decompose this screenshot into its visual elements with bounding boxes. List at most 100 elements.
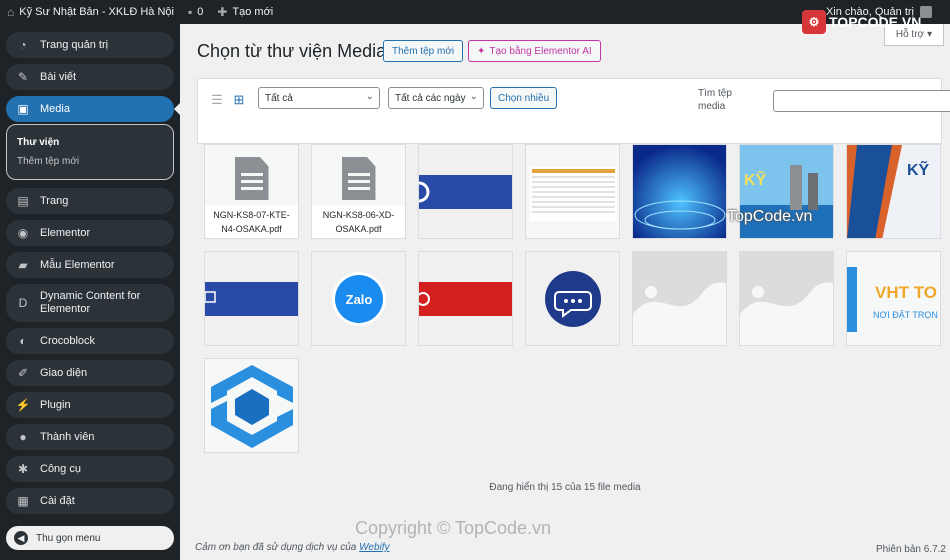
sidebar-item-appearance[interactable]: ✐ Giao diện: [6, 360, 174, 386]
thumbnail-vht-logo: VHT TO NƠI ĐẶT TRỌN: [847, 252, 940, 345]
sidebar-item-settings[interactable]: ▦ Cài đặt: [6, 488, 174, 514]
search-input[interactable]: [773, 90, 950, 112]
elementor-ai-button[interactable]: ✦ Tạo bằng Elementor AI: [468, 40, 601, 62]
sidebar-item-media[interactable]: ▣ Media: [6, 96, 180, 122]
media-item-image[interactable]: Zalo: [311, 251, 406, 346]
footer-version: Phiên bản 6.7.2: [875, 544, 946, 555]
media-item-image[interactable]: [632, 251, 727, 346]
submenu-add-new[interactable]: Thêm tệp mới: [17, 152, 163, 171]
sidebar-item-posts[interactable]: ✎ Bài viết: [6, 64, 174, 90]
home-icon: ⌂: [7, 5, 15, 19]
thumbnail-tech-globe: [633, 145, 726, 238]
sidebar-item-label: Plugin: [40, 399, 71, 411]
sidebar-item-dashboard[interactable]: ◔ Trang quản trị: [6, 32, 174, 58]
footer-thanks-text: Cảm ơn bạn đã sử dụng dịch vụ của: [195, 542, 357, 553]
user-icon: ●: [19, 430, 27, 444]
media-item-image[interactable]: [739, 251, 834, 346]
media-count: Đang hiển thị 15 của 15 file media: [489, 482, 641, 493]
media-item-image[interactable]: [525, 251, 620, 346]
add-new-media-button[interactable]: Thêm tệp mới: [383, 40, 464, 62]
new-content-link[interactable]: ✚ Tạo mới: [210, 0, 280, 24]
sidebar-item-elementor[interactable]: ◉ Elementor: [6, 220, 174, 246]
media-item-image[interactable]: [204, 358, 299, 453]
date-filter[interactable]: Tất cả các ngày ⌄: [388, 87, 484, 109]
page-icon: ▤: [17, 194, 29, 208]
submenu-library[interactable]: Thư viện: [17, 133, 163, 152]
sidebar-item-label: Thành viên: [40, 431, 95, 443]
cube-logo-icon: [205, 359, 298, 452]
media-item-image[interactable]: VHT TO NƠI ĐẶT TRỌN: [846, 251, 941, 346]
chevron-down-icon: ▾: [927, 29, 933, 40]
dashboard-icon: ◔: [19, 38, 27, 52]
comments-link[interactable]: ▪ 0: [181, 0, 210, 24]
svg-text:VHT TO: VHT TO: [875, 283, 937, 302]
image-placeholder-icon: [740, 252, 833, 345]
sidebar-item-users[interactable]: ● Thành viên: [6, 424, 174, 450]
thumbnail-calendar-banner: [205, 252, 298, 345]
topcode-logo-text: TOPCODE.VN: [829, 14, 922, 30]
chevron-down-icon: ⌄: [365, 91, 374, 102]
topcode-badge-icon: ⚙: [802, 10, 826, 34]
site-name: Kỹ Sư Nhật Bản - XKLĐ Hà Nội: [19, 6, 174, 18]
sidebar-item-elementor-templates[interactable]: ▰ Mẫu Elementor: [6, 252, 174, 278]
copyright-watermark: Copyright © TopCode.vn: [355, 518, 552, 538]
collapse-arrow-icon: ◀: [14, 531, 28, 545]
thumbnail-table-document: [526, 145, 619, 238]
media-item-pdf[interactable]: NGN-KS8-07-KTE-N4-OSAKA.pdf: [204, 144, 299, 239]
webify-link[interactable]: Webify: [359, 542, 389, 553]
media-type-value: Tất cả: [265, 92, 293, 104]
media-item-image[interactable]: [632, 144, 727, 239]
sidebar-item-label: Crocoblock: [40, 335, 96, 347]
topcode-logo: ⚙ TOPCODE.VN: [802, 10, 921, 34]
list-view-icon[interactable]: ☰: [210, 93, 224, 107]
collapse-menu-button[interactable]: ◀ Thu gọn menu: [6, 526, 174, 550]
site-name-link[interactable]: ⌂ Kỹ Sư Nhật Bản - XKLĐ Hà Nội: [0, 0, 181, 24]
comment-icon: ▪: [187, 5, 193, 19]
thumbnail-blue-banner: [419, 145, 512, 238]
footer-thanks: Cảm ơn bạn đã sử dụng dịch vụ của Webify: [195, 542, 390, 553]
comments-count: 0: [197, 6, 204, 18]
document-icon: [234, 157, 269, 200]
date-filter-value: Tất cả các ngày: [395, 92, 466, 104]
chat-icon: [526, 252, 619, 345]
pin-icon: ✎: [17, 70, 29, 84]
sidebar-item-plugins[interactable]: ⚡ Plugin: [6, 392, 174, 418]
thumbnail-recruitment-poster: KỸ: [847, 145, 940, 238]
main-content: Hỗ trợ ▾ Chọn từ thư viện Media Thêm tệp…: [180, 24, 950, 560]
avatar: [920, 6, 932, 18]
settings-icon: ▦: [17, 494, 29, 508]
elementor-icon: ◉: [17, 226, 29, 240]
sidebar-item-dynamic-content[interactable]: D Dynamic Content for Elementor: [6, 284, 174, 322]
media-type-filter[interactable]: Tất cả ⌄: [258, 87, 380, 109]
thumbnail-red-banner: [419, 252, 512, 345]
svg-text:KỸ: KỸ: [907, 159, 930, 179]
file-name: NGN-KS8-07-KTE-N4-OSAKA.pdf: [205, 206, 298, 238]
media-item-image[interactable]: [418, 251, 513, 346]
plugin-icon: ⚡: [15, 398, 31, 412]
media-item-image[interactable]: [525, 144, 620, 239]
admin-sidebar: ◔ Trang quản trị ✎ Bài viết ▣ Media Thư …: [0, 24, 180, 560]
elementor-ai-label: Tạo bằng Elementor AI: [489, 45, 592, 57]
media-submenu: Thư viện Thêm tệp mới: [6, 124, 174, 180]
media-item-image[interactable]: [204, 251, 299, 346]
collapse-label: Thu gọn menu: [36, 532, 101, 544]
sidebar-item-pages[interactable]: ▤ Trang: [6, 188, 174, 214]
bulk-select-button[interactable]: Chọn nhiều: [490, 87, 558, 109]
sidebar-item-label: Công cụ: [40, 463, 81, 475]
chevron-down-icon: ⌄: [469, 91, 478, 102]
sidebar-item-label: Cài đặt: [40, 495, 75, 507]
media-item-image[interactable]: [418, 144, 513, 239]
search-label: Tìm tệp media: [698, 88, 732, 112]
sidebar-item-label: Mẫu Elementor: [40, 259, 115, 271]
media-item-pdf[interactable]: NGN-KS8-06-XD-OSAKA.pdf: [311, 144, 406, 239]
sidebar-item-label: Trang: [40, 195, 69, 207]
sidebar-item-label: Media: [40, 103, 70, 115]
sidebar-item-tools[interactable]: ✱ Công cụ: [6, 456, 174, 482]
sidebar-item-crocoblock[interactable]: ◐ Crocoblock: [6, 328, 174, 354]
page-title: Chọn từ thư viện Media: [197, 41, 387, 61]
media-item-image[interactable]: KỸ: [846, 144, 941, 239]
grid-view-icon[interactable]: ⊞: [232, 93, 246, 107]
svg-text:Zalo: Zalo: [346, 292, 373, 307]
sidebar-item-label: Elementor: [40, 227, 91, 239]
sidebar-item-label: Bài viết: [40, 71, 77, 83]
